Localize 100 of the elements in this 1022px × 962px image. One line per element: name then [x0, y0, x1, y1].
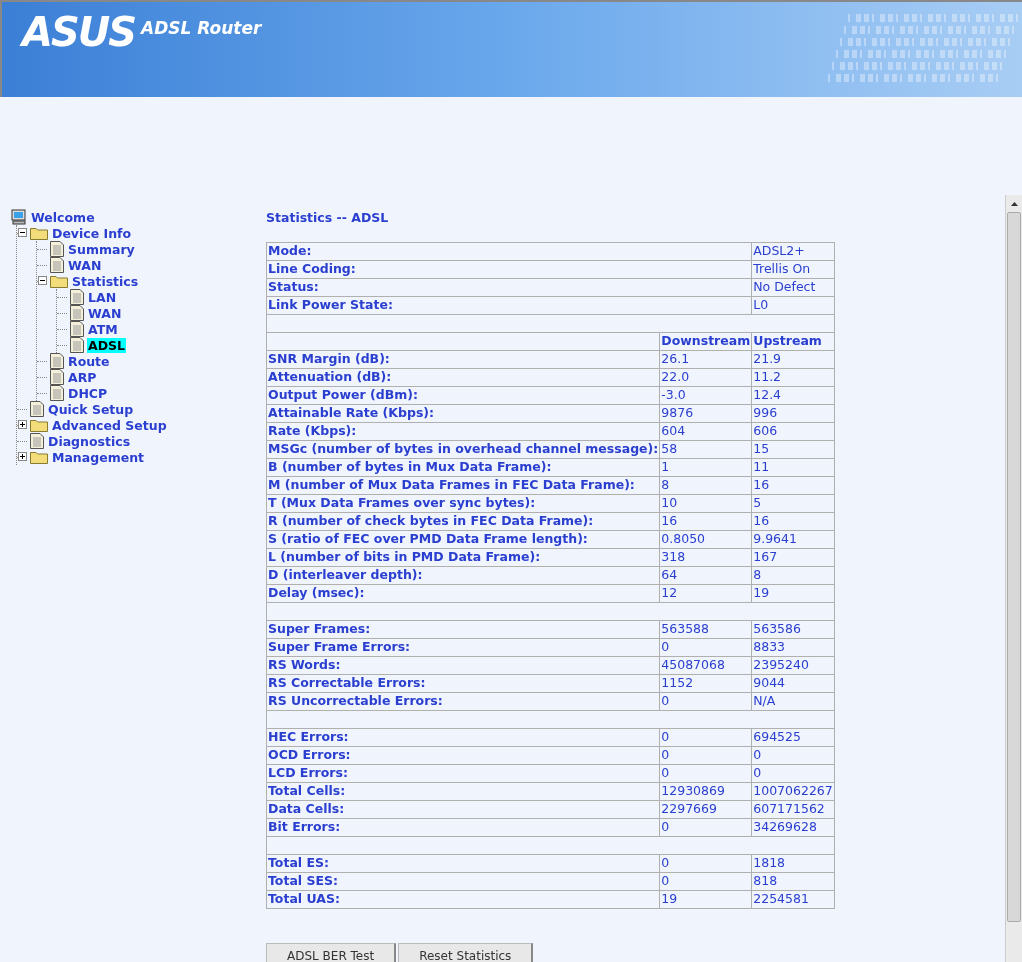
table-cell: 2297669	[659, 800, 752, 819]
field-label: Mode:	[266, 242, 752, 261]
row-label: Delay (msec):	[266, 584, 660, 603]
document-icon	[50, 353, 64, 369]
table-cell: 19	[659, 890, 752, 909]
table-cell: 64	[659, 566, 752, 585]
table-cell: 16	[751, 512, 835, 531]
table-cell: 16	[659, 512, 752, 531]
document-icon	[70, 321, 84, 337]
table-cell: 16	[751, 476, 835, 495]
collapse-toggle[interactable]	[38, 276, 47, 285]
row-label: D (interleaver depth):	[266, 566, 660, 585]
table-cell: 0	[659, 638, 752, 657]
table-cell: 8833	[751, 638, 835, 657]
table-cell: 15	[751, 440, 835, 459]
field-label: Status:	[266, 278, 752, 297]
tree-item[interactable]: Device Info	[51, 225, 133, 241]
row-label: Total UAS:	[266, 890, 660, 909]
table-cell: 1152	[659, 674, 752, 693]
collapse-toggle[interactable]	[18, 228, 27, 237]
table-cell: 2395240	[751, 656, 835, 675]
table-cell: 22.0	[659, 368, 752, 387]
table-cell: 21.9	[751, 350, 835, 369]
table-cell: 11.2	[751, 368, 835, 387]
tree-item[interactable]: Route	[67, 353, 111, 369]
document-icon	[50, 385, 64, 401]
field-value: No Defect	[751, 278, 835, 297]
row-label: Data Cells:	[266, 800, 660, 819]
scrollbar-thumb[interactable]	[1007, 212, 1021, 922]
document-icon	[70, 289, 84, 305]
tree-item[interactable]: LAN	[87, 289, 118, 305]
tree-item[interactable]: ATM	[87, 321, 119, 337]
action-button[interactable]: Reset Statistics	[398, 942, 534, 962]
expand-toggle[interactable]	[18, 420, 27, 429]
computer-icon	[11, 209, 27, 225]
document-icon	[70, 305, 84, 321]
table-cell: 563588	[659, 620, 752, 639]
row-label: M (number of Mux Data Frames in FEC Data Frame):	[266, 476, 660, 495]
table-cell: 167	[751, 548, 835, 567]
table-cell: 12930869	[659, 782, 752, 801]
table-cell: 0	[751, 746, 835, 765]
row-label: Super Frame Errors:	[266, 638, 660, 657]
tree-item[interactable]: Welcome	[30, 209, 96, 225]
table-cell: 8	[751, 566, 835, 585]
row-label: Bit Errors:	[266, 818, 660, 837]
scrollbar[interactable]	[1005, 195, 1022, 962]
document-icon	[30, 401, 44, 417]
field-value: Trellis On	[751, 260, 835, 279]
row-label: Total SES:	[266, 872, 660, 891]
table-cell: 1007062267	[751, 782, 835, 801]
table-cell: 58	[659, 440, 752, 459]
table-cell: 9.9641	[751, 530, 835, 549]
tree-item[interactable]: DHCP	[67, 385, 109, 401]
table-cell: 26.1	[659, 350, 752, 369]
table-cell: 0	[659, 818, 752, 837]
table-cell: 9044	[751, 674, 835, 693]
table-cell: 818	[751, 872, 835, 891]
table-cell: 12	[659, 584, 752, 603]
row-label: Total ES:	[266, 854, 660, 873]
tree-item[interactable]: Advanced Setup	[51, 417, 168, 433]
tree-item[interactable]: Statistics	[71, 273, 140, 289]
table-cell: 604	[659, 422, 752, 441]
tree-item[interactable]: Summary	[67, 241, 136, 257]
table-cell: 0	[659, 764, 752, 783]
row-label: Attainable Rate (Kbps):	[266, 404, 660, 423]
table-cell: 9876	[659, 404, 752, 423]
row-label: T (Mux Data Frames over sync bytes):	[266, 494, 660, 513]
field-value: ADSL2+	[751, 242, 835, 261]
field-label: Link Power State:	[266, 296, 752, 315]
table-cell: -3.0	[659, 386, 752, 405]
table-cell: 1818	[751, 854, 835, 873]
folder-icon	[50, 274, 68, 288]
tree-item[interactable]: ADSL	[87, 337, 127, 353]
row-label: SNR Margin (dB):	[266, 350, 660, 369]
table-cell: 318	[659, 548, 752, 567]
table-cell: 996	[751, 404, 835, 423]
action-button[interactable]: ADSL BER Test	[266, 942, 397, 962]
row-label: RS Uncorrectable Errors:	[266, 692, 660, 711]
tree-item[interactable]: Diagnostics	[47, 433, 132, 449]
table-cell: 0	[659, 854, 752, 873]
row-label: Super Frames:	[266, 620, 660, 639]
tree-item[interactable]: WAN	[87, 305, 123, 321]
table-cell: 0	[659, 728, 752, 747]
folder-icon	[30, 450, 48, 464]
row-label: Rate (Kbps):	[266, 422, 660, 441]
tree-item[interactable]: ARP	[67, 369, 98, 385]
page-title: Statistics -- ADSL	[266, 209, 390, 227]
row-label: S (ratio of FEC over PMD Data Frame length):	[266, 530, 660, 549]
tree-item[interactable]: WAN	[67, 257, 103, 273]
document-icon	[50, 369, 64, 385]
table-cell: 2254581	[751, 890, 835, 909]
expand-toggle[interactable]	[18, 452, 27, 461]
folder-icon	[30, 226, 48, 240]
table-cell: 694525	[751, 728, 835, 747]
row-label: OCD Errors:	[266, 746, 660, 765]
table-cell: 0	[659, 692, 752, 711]
column-header: Upstream	[751, 332, 835, 351]
tree-item[interactable]: Quick Setup	[47, 401, 135, 417]
tree-item[interactable]: Management	[51, 449, 145, 465]
table-cell: 1	[659, 458, 752, 477]
